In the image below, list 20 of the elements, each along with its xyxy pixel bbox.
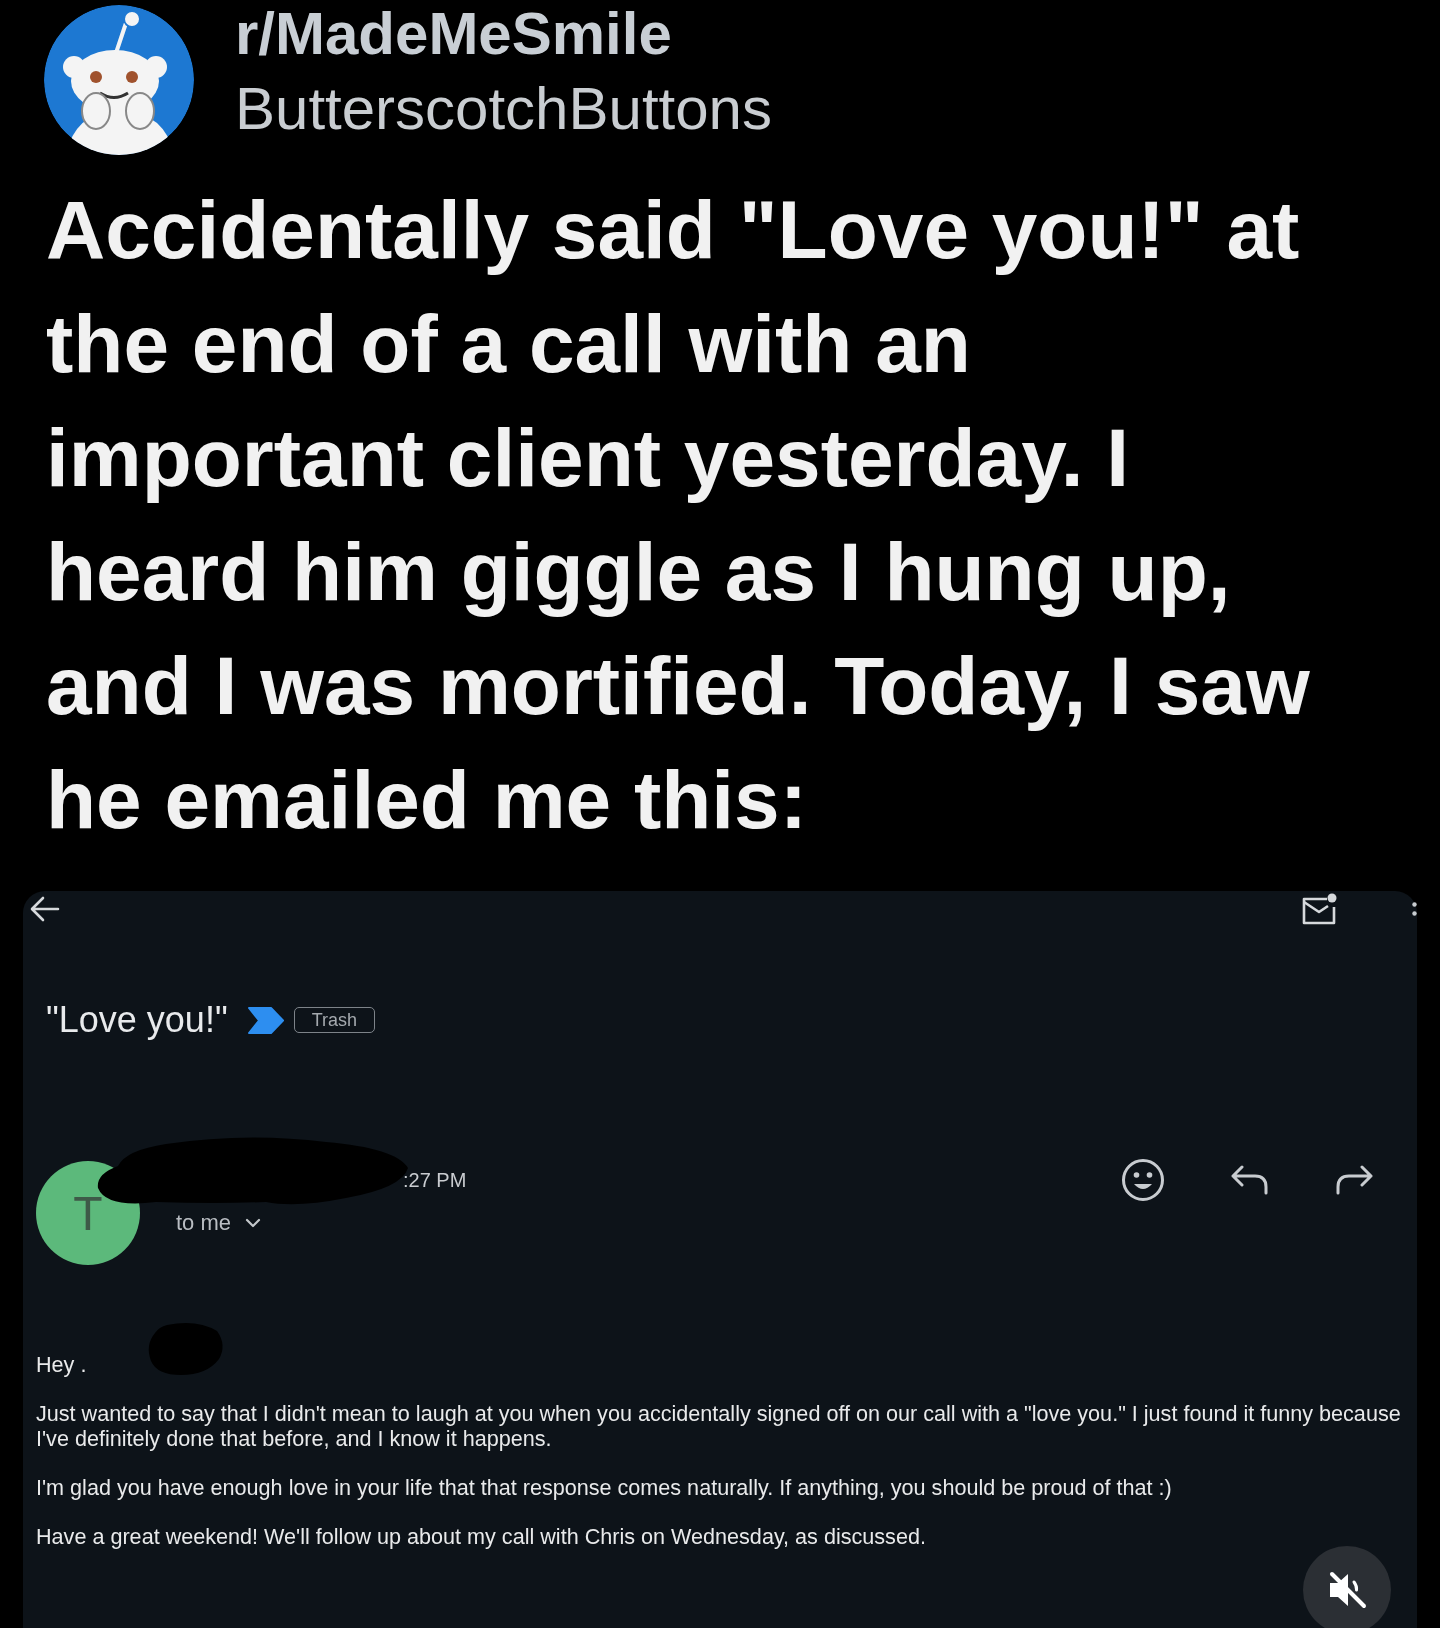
- email-subject: "Love you!": [46, 999, 228, 1041]
- label-tag[interactable]: Trash: [293, 1007, 375, 1033]
- chevron-marker-icon[interactable]: [247, 1006, 284, 1034]
- email-paragraph: Just wanted to say that I didn't mean to laugh at you when you accidentally signed off on our call with a "love you." I just found it funny because I've definitely done that before, and I know it happens.: [36, 1401, 1402, 1451]
- recipient-toggle[interactable]: to me: [176, 1209, 262, 1237]
- smiley-icon[interactable]: [1121, 1158, 1165, 1202]
- more-icon[interactable]: [1412, 902, 1417, 916]
- email-greeting: Hey .: [36, 1352, 87, 1377]
- envelope-icon[interactable]: [1301, 893, 1337, 925]
- email-paragraph: Have a great weekend! We'll follow up about my call with Chris on Wednesday, as discussed.: [36, 1524, 926, 1549]
- arrow-left-icon[interactable]: [30, 896, 60, 922]
- mascot-avatar-icon: [44, 5, 194, 155]
- forward-icon[interactable]: [1335, 1165, 1373, 1195]
- subreddit-name[interactable]: r/MadeMeSmile: [235, 1, 672, 67]
- username[interactable]: ButterscotchButtons: [235, 74, 772, 144]
- reply-icon[interactable]: [1231, 1165, 1269, 1195]
- chevron-down-icon: [245, 1218, 262, 1228]
- email-time: :27 PM: [403, 1168, 467, 1193]
- email-paragraph: I'm glad you have enough love in your life that that response comes naturally. If anything, you should be proud of that :): [36, 1475, 1172, 1500]
- post-title: Accidentally said "Love you!" at the end of a call with an important client yesterday. I heard him giggle as I hung up, and I was mortified. Today, I saw he emailed me this:: [46, 183, 1311, 847]
